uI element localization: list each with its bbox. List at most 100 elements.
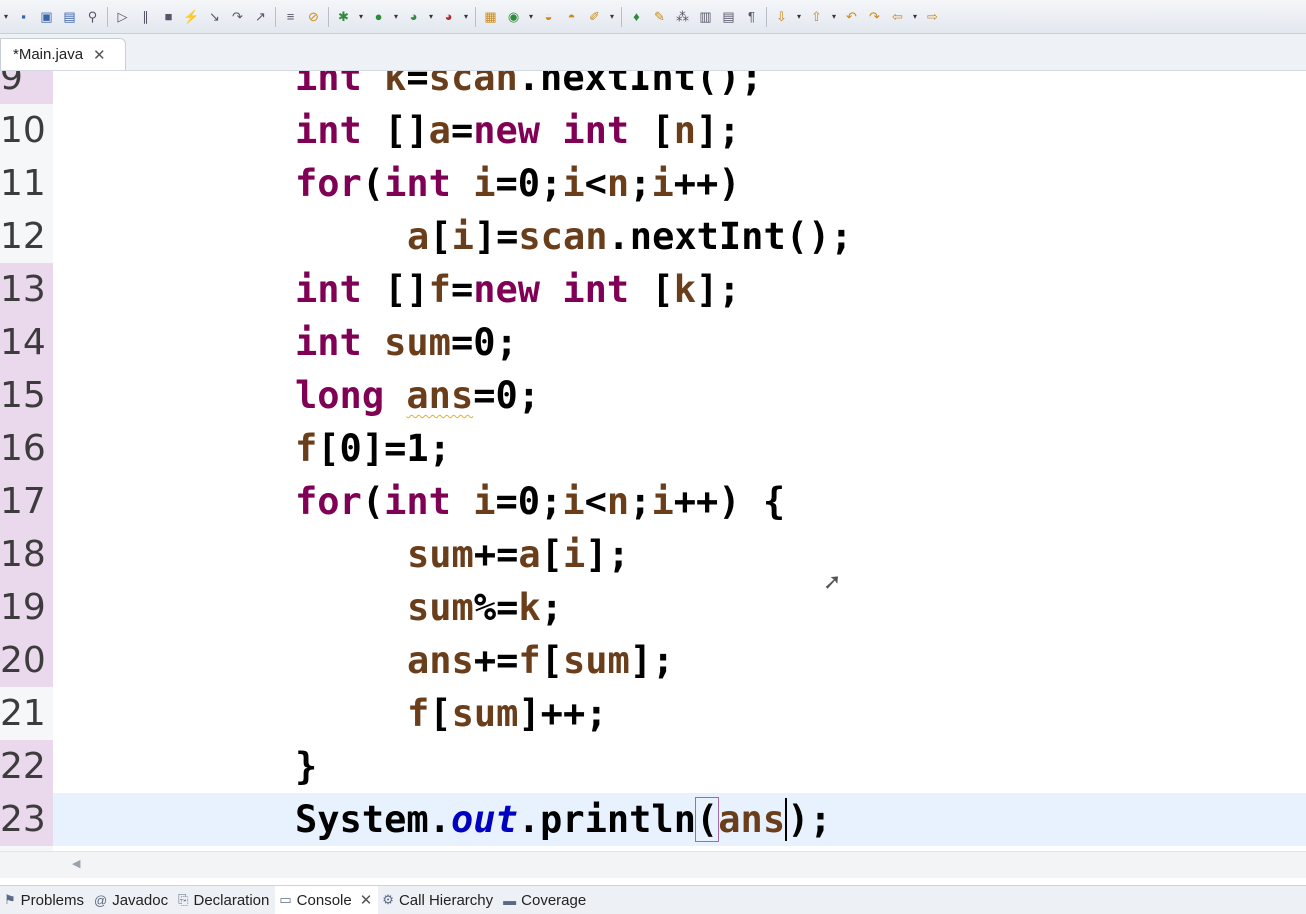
line-number: 17 (0, 475, 53, 528)
scroll-left-icon[interactable]: ◀ (72, 857, 80, 870)
line-number: 14 (0, 316, 53, 369)
code-line: 22 } (0, 740, 1306, 793)
dropdown-arrow-icon[interactable]: ▾ (606, 5, 618, 29)
back-icon[interactable]: ⇦ (886, 5, 909, 29)
tab-problems[interactable]: ⚑ Problems (0, 886, 90, 914)
step-over-icon[interactable]: ↷ (226, 5, 249, 29)
declaration-icon: ⎘ (178, 892, 189, 907)
step-return-icon[interactable]: ↗ (249, 5, 272, 29)
tab-coverage[interactable]: ▬ Coverage (499, 886, 592, 914)
line-number: 20 (0, 634, 53, 687)
toolbar-separator (475, 6, 476, 27)
code-line: 10 int []a=new int [n]; (0, 104, 1306, 157)
tab-label: Call Hierarchy (398, 891, 494, 909)
close-icon[interactable]: ✕ (360, 891, 373, 909)
toolbar-separator (275, 6, 276, 27)
code-text: int k=scan.nextInt(); (295, 71, 763, 99)
toolbar-separator (766, 6, 767, 27)
redo-edit-icon[interactable]: ↷ (863, 5, 886, 29)
line-number: 16 (0, 422, 53, 475)
terminate-icon[interactable]: ■ (157, 5, 180, 29)
dropdown-arrow-icon[interactable]: ▾ (909, 5, 921, 29)
run-icon[interactable]: ● (367, 5, 390, 29)
dropdown-arrow-icon[interactable]: ▾ (355, 5, 367, 29)
line-number: 23 (0, 793, 53, 846)
save-icon[interactable]: ▪ (12, 5, 35, 29)
tab-javadoc[interactable]: @ Javadoc (90, 886, 174, 914)
code-line: 21 f[sum]++; (0, 687, 1306, 740)
code-text: sum+=a[i]; (407, 533, 630, 576)
new-package-icon[interactable]: ▦ (479, 5, 502, 29)
mouse-pointer-icon: ➚ (823, 569, 842, 594)
dropdown-arrow-icon[interactable]: ▾ (425, 5, 437, 29)
line-number: 12 (0, 210, 53, 263)
console-icon: ▭ (279, 892, 292, 907)
tab-label: Javadoc (112, 891, 169, 909)
problems-icon: ⚑ (4, 892, 16, 907)
line-number: 13 (0, 263, 53, 316)
prev-annotation-icon[interactable]: ⇧ (805, 5, 828, 29)
save-all-icon[interactable]: ▣ (35, 5, 58, 29)
resume-icon[interactable]: ▷ (111, 5, 134, 29)
forward-icon[interactable]: ⇨ (921, 5, 944, 29)
code-line: 15 long ans=0; (0, 369, 1306, 422)
print-icon[interactable]: ▤ (58, 5, 81, 29)
code-text: int []a=new int [n]; (295, 109, 741, 152)
code-text: sum%=k; (407, 586, 563, 629)
open-type-icon[interactable]: ◒ (537, 5, 560, 29)
next-annotation-icon[interactable]: ⇩ (770, 5, 793, 29)
code-line: 16 f[0]=1; (0, 422, 1306, 475)
search-icon[interactable]: ⚲ (81, 5, 104, 29)
tab-console[interactable]: ▭ Console ✕ (275, 886, 379, 914)
tab-label: Console (296, 891, 352, 909)
dropdown-arrow-icon[interactable]: ▾ (390, 5, 402, 29)
highlight-icon[interactable]: ✎ (648, 5, 671, 29)
new-class-icon[interactable]: ◉ (502, 5, 525, 29)
show-source-icon[interactable]: ▤ (717, 5, 740, 29)
annotation-icon[interactable]: ♦ (625, 5, 648, 29)
tab-declaration[interactable]: ⎘ Declaration (174, 886, 275, 914)
code-text: for(int i=0;i<n;i++) (295, 162, 741, 205)
tab-call-hierarchy[interactable]: ⚙ Call Hierarchy (378, 886, 499, 914)
show-whitespace-icon[interactable]: ¶ (740, 5, 763, 29)
line-number: 19 (0, 581, 53, 634)
code-line: 19 sum%=k; (0, 581, 1306, 634)
code-text: int sum=0; (295, 321, 518, 364)
dropdown-arrow-icon[interactable]: ▾ (0, 5, 12, 29)
code-line: 20 ans+=f[sum]; (0, 634, 1306, 687)
code-line: 18 sum+=a[i]; (0, 528, 1306, 581)
code-editor[interactable]: 9 int k=scan.nextInt(); 10 int []a=new i… (0, 71, 1306, 851)
step-into-icon[interactable]: ↘ (203, 5, 226, 29)
toolbar-separator (621, 6, 622, 27)
dropdown-arrow-icon[interactable]: ▾ (828, 5, 840, 29)
editor-tab-main-java[interactable]: *Main.java ✕ (0, 38, 126, 70)
horizontal-scrollbar[interactable]: ◀ (0, 851, 1306, 878)
line-number: 18 (0, 528, 53, 581)
disconnect-icon[interactable]: ⚡ (180, 5, 203, 29)
code-line: 11 for(int i=0;i<n;i++) (0, 157, 1306, 210)
last-edit-icon[interactable]: ↶ (840, 5, 863, 29)
code-text: for(int i=0;i<n;i++) { (295, 480, 786, 523)
dropdown-arrow-icon[interactable]: ▾ (525, 5, 537, 29)
line-number: 21 (0, 687, 53, 740)
coverage-icon: ▬ (503, 892, 517, 908)
external-tools-icon[interactable]: ◕ (437, 5, 460, 29)
block-selection-icon[interactable]: ▥ (694, 5, 717, 29)
word-wrap-icon[interactable]: ⁂ (671, 5, 694, 29)
code-text: } (295, 745, 318, 788)
line-number: 11 (0, 157, 53, 210)
line-number: 15 (0, 369, 53, 422)
debug-icon[interactable]: ✱ (332, 5, 355, 29)
open-task-icon[interactable]: ◓ (560, 5, 583, 29)
suspend-icon[interactable]: ∥ (134, 5, 157, 29)
skip-breakpoints-icon[interactable]: ⊘ (302, 5, 325, 29)
search-tools-icon[interactable]: ✐ (583, 5, 606, 29)
line-number: 10 (0, 104, 53, 157)
dropdown-arrow-icon[interactable]: ▾ (460, 5, 472, 29)
line-number: 22 (0, 740, 53, 793)
toggle-breakpoint-icon[interactable]: ≡ (279, 5, 302, 29)
close-icon[interactable]: ✕ (93, 46, 106, 64)
coverage-icon[interactable]: ◕ (402, 5, 425, 29)
dropdown-arrow-icon[interactable]: ▾ (793, 5, 805, 29)
editor-tab-bar: *Main.java ✕ (0, 34, 1306, 71)
